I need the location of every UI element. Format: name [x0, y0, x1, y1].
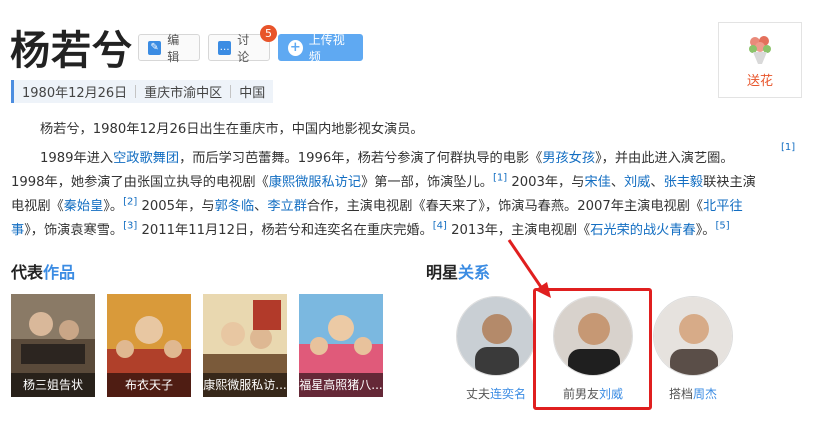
- link-qinshihuang[interactable]: 秦始皇: [64, 199, 104, 214]
- link-shiguangrong[interactable]: 石光荣的战火青春: [590, 223, 696, 238]
- avatar: [653, 296, 733, 376]
- link-zhangfengyi[interactable]: 张丰毅: [664, 175, 704, 190]
- citation-1[interactable]: [1]: [781, 142, 795, 153]
- relation-name-link[interactable]: 连奕名: [490, 387, 526, 401]
- upload-video-button[interactable]: + 上传视频: [278, 33, 363, 64]
- relation-item[interactable]: 搭档周杰: [653, 296, 733, 402]
- works-section-title: 代表作品: [11, 263, 76, 282]
- work-title: 杨三姐告状: [11, 373, 95, 397]
- flower-bouquet-icon: [749, 35, 771, 64]
- link-kangxi[interactable]: 康熙微服私访记: [269, 175, 361, 190]
- avatar: [456, 296, 536, 376]
- relation-name-link[interactable]: 周杰: [693, 387, 717, 401]
- bio-line-2: 1998年，她参演了由张国立执导的电视剧《康熙微服私访记》第一部，饰演坠儿。[1…: [11, 172, 756, 190]
- upload-video-label: 上传视频: [308, 32, 345, 64]
- work-card[interactable]: 康熙微服私访...: [203, 294, 287, 397]
- link-kongzheng[interactable]: 空政歌舞团: [113, 151, 179, 166]
- summary-text: 杨若兮，1980年12月26日出生在重庆市，中国内地影视女演员。: [40, 122, 424, 137]
- bio-line-3: 电视剧《秦始皇》。[2] 2005年，与郭冬临、李立群合作，主演电视剧《春天来了…: [11, 196, 743, 214]
- link-liuwei[interactable]: 刘威: [624, 175, 650, 190]
- bio-line-1: 1989年进入空政歌舞团，而后学习芭蕾舞。1996年，杨若兮参演了何群执导的电影…: [40, 151, 734, 166]
- discuss-count-badge: 5: [260, 25, 277, 42]
- edit-button-label: 编辑: [167, 32, 180, 64]
- pencil-icon: ✎: [148, 40, 162, 55]
- link-beiping-wangshi-end[interactable]: 事: [11, 223, 24, 238]
- birth-date[interactable]: 1980年12月26日: [14, 82, 135, 101]
- work-card[interactable]: 福星高照猪八...: [299, 294, 383, 397]
- plus-icon: +: [288, 39, 303, 56]
- relation-caption: 搭档周杰: [668, 387, 718, 401]
- work-title: 布衣天子: [107, 373, 191, 397]
- link-guodonglin[interactable]: 郭冬临: [215, 199, 255, 214]
- basic-info-bar: 1980年12月26日 重庆市渝中区 中国: [11, 80, 274, 103]
- highlight-box: [533, 288, 652, 410]
- work-title: 康熙微服私访...: [203, 373, 287, 397]
- work-card[interactable]: 杨三姐告状: [11, 294, 95, 397]
- citation-2[interactable]: [1]: [493, 173, 507, 184]
- nationality[interactable]: 中国: [231, 82, 273, 101]
- send-flowers-label: 送花: [746, 73, 773, 89]
- citation-6[interactable]: [5]: [716, 221, 730, 232]
- birth-place[interactable]: 重庆市渝中区: [136, 82, 230, 101]
- discuss-button-label: 讨论: [237, 32, 250, 64]
- relation-caption: 丈夫连奕名: [465, 387, 527, 401]
- link-songjia[interactable]: 宋佳: [584, 175, 610, 190]
- link-beiping-wangshi[interactable]: 北平往: [703, 199, 743, 214]
- work-title: 福星高照猪八...: [299, 373, 383, 397]
- chat-icon: …: [218, 40, 232, 55]
- edit-button[interactable]: ✎ 编辑: [138, 33, 200, 64]
- link-nanhai-nvhai[interactable]: 男孩女孩: [542, 151, 595, 166]
- bio-line-4: 事》，饰演袁寒雪。[3] 2011年11月12日，杨若兮和连奕名在重庆完婚。[4…: [11, 220, 730, 238]
- work-card[interactable]: 布衣天子: [107, 294, 191, 397]
- relations-section-title: 明星关系: [426, 263, 491, 282]
- send-flowers-button[interactable]: 送花: [718, 22, 802, 98]
- link-lilique[interactable]: 李立群: [267, 199, 307, 214]
- citation-5[interactable]: [4]: [433, 221, 447, 232]
- citation-3[interactable]: [2]: [123, 197, 137, 208]
- page-title: 杨若兮: [10, 27, 133, 74]
- relation-item[interactable]: 丈夫连奕名: [456, 296, 536, 402]
- citation-4[interactable]: [3]: [123, 221, 137, 232]
